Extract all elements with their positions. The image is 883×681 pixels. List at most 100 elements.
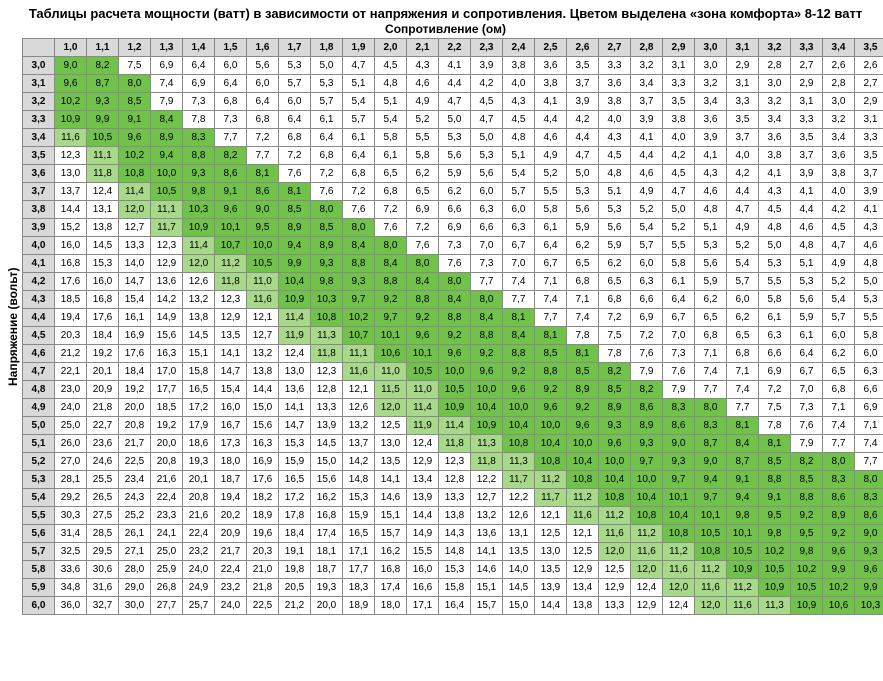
data-cell: 12,4 bbox=[407, 435, 439, 453]
data-cell: 5,1 bbox=[791, 255, 823, 273]
data-cell: 12,7 bbox=[471, 489, 503, 507]
data-cell: 24,0 bbox=[183, 561, 215, 579]
data-cell: 9,9 bbox=[823, 561, 855, 579]
data-cell: 9,6 bbox=[55, 75, 87, 93]
data-cell: 18,4 bbox=[87, 327, 119, 345]
data-cell: 11,6 bbox=[599, 525, 631, 543]
data-cell: 6,4 bbox=[791, 345, 823, 363]
data-cell: 18,9 bbox=[343, 597, 375, 615]
data-cell: 5,2 bbox=[535, 165, 567, 183]
data-cell: 4,0 bbox=[599, 111, 631, 129]
data-cell: 19,3 bbox=[311, 579, 343, 597]
data-cell: 5,4 bbox=[375, 111, 407, 129]
data-cell: 23,3 bbox=[151, 507, 183, 525]
data-cell: 13,5 bbox=[215, 327, 247, 345]
data-cell: 4,7 bbox=[471, 111, 503, 129]
data-cell: 10,4 bbox=[279, 273, 311, 291]
data-cell: 5,8 bbox=[855, 327, 883, 345]
data-cell: 6,3 bbox=[855, 363, 883, 381]
data-cell: 4,6 bbox=[791, 219, 823, 237]
data-cell: 8,4 bbox=[727, 435, 759, 453]
data-cell: 3,8 bbox=[599, 93, 631, 111]
data-cell: 8,2 bbox=[87, 57, 119, 75]
data-cell: 13,3 bbox=[439, 489, 471, 507]
data-cell: 8,3 bbox=[823, 471, 855, 489]
data-cell: 6,8 bbox=[215, 93, 247, 111]
data-cell: 11,1 bbox=[343, 345, 375, 363]
data-cell: 22,4 bbox=[215, 561, 247, 579]
data-cell: 12,0 bbox=[695, 597, 727, 615]
col-header: 2,7 bbox=[599, 39, 631, 57]
data-cell: 7,3 bbox=[471, 255, 503, 273]
data-cell: 4,8 bbox=[855, 255, 883, 273]
data-cell: 12,1 bbox=[247, 309, 279, 327]
data-cell: 5,1 bbox=[695, 219, 727, 237]
data-cell: 3,7 bbox=[631, 93, 663, 111]
data-cell: 14,5 bbox=[311, 435, 343, 453]
data-cell: 21,7 bbox=[215, 543, 247, 561]
data-cell: 16,8 bbox=[375, 561, 407, 579]
data-cell: 18,5 bbox=[151, 399, 183, 417]
data-cell: 10,3 bbox=[311, 291, 343, 309]
data-cell: 20,9 bbox=[215, 525, 247, 543]
data-cell: 8,0 bbox=[439, 273, 471, 291]
data-cell: 13,2 bbox=[183, 291, 215, 309]
data-cell: 10,0 bbox=[535, 417, 567, 435]
data-cell: 11,8 bbox=[215, 273, 247, 291]
data-cell: 9,0 bbox=[695, 453, 727, 471]
data-cell: 17,7 bbox=[151, 381, 183, 399]
data-cell: 3,2 bbox=[823, 111, 855, 129]
data-cell: 8,9 bbox=[151, 129, 183, 147]
data-cell: 4,4 bbox=[791, 201, 823, 219]
data-cell: 5,9 bbox=[567, 219, 599, 237]
data-cell: 9,6 bbox=[599, 435, 631, 453]
data-cell: 15,3 bbox=[343, 489, 375, 507]
data-cell: 5,6 bbox=[695, 255, 727, 273]
data-cell: 4,2 bbox=[471, 75, 503, 93]
data-cell: 2,9 bbox=[791, 75, 823, 93]
data-cell: 5,7 bbox=[311, 93, 343, 111]
data-cell: 9,1 bbox=[759, 489, 791, 507]
data-cell: 12,4 bbox=[279, 345, 311, 363]
data-cell: 12,3 bbox=[311, 363, 343, 381]
data-cell: 4,4 bbox=[727, 183, 759, 201]
data-cell: 12,9 bbox=[151, 255, 183, 273]
data-cell: 3,0 bbox=[759, 75, 791, 93]
data-cell: 6,4 bbox=[535, 237, 567, 255]
data-cell: 4,0 bbox=[663, 129, 695, 147]
data-cell: 12,5 bbox=[535, 525, 567, 543]
data-cell: 14,5 bbox=[183, 327, 215, 345]
data-cell: 8,4 bbox=[503, 327, 535, 345]
data-cell: 4,9 bbox=[535, 147, 567, 165]
data-cell: 7,0 bbox=[791, 381, 823, 399]
data-cell: 7,9 bbox=[151, 93, 183, 111]
data-cell: 10,8 bbox=[535, 453, 567, 471]
data-cell: 19,6 bbox=[247, 525, 279, 543]
data-cell: 5,7 bbox=[823, 309, 855, 327]
data-cell: 13,7 bbox=[55, 183, 87, 201]
data-cell: 13,2 bbox=[247, 345, 279, 363]
data-cell: 9,7 bbox=[695, 489, 727, 507]
data-cell: 6,4 bbox=[183, 57, 215, 75]
data-cell: 4,5 bbox=[375, 57, 407, 75]
data-cell: 7,7 bbox=[471, 273, 503, 291]
data-cell: 11,0 bbox=[375, 363, 407, 381]
data-cell: 6,7 bbox=[535, 255, 567, 273]
data-cell: 8,5 bbox=[567, 363, 599, 381]
data-cell: 14,5 bbox=[503, 579, 535, 597]
data-cell: 5,3 bbox=[567, 183, 599, 201]
data-cell: 8,3 bbox=[183, 129, 215, 147]
data-cell: 24,0 bbox=[215, 597, 247, 615]
data-cell: 18,7 bbox=[215, 471, 247, 489]
data-cell: 5,8 bbox=[407, 147, 439, 165]
data-cell: 7,7 bbox=[855, 453, 883, 471]
data-cell: 9,6 bbox=[535, 399, 567, 417]
data-cell: 4,5 bbox=[823, 219, 855, 237]
data-cell: 10,8 bbox=[119, 165, 151, 183]
data-cell: 8,1 bbox=[759, 435, 791, 453]
data-cell: 20,8 bbox=[151, 453, 183, 471]
data-cell: 5,5 bbox=[759, 273, 791, 291]
data-cell: 11,2 bbox=[695, 561, 727, 579]
data-cell: 8,6 bbox=[247, 183, 279, 201]
data-cell: 14,5 bbox=[87, 237, 119, 255]
